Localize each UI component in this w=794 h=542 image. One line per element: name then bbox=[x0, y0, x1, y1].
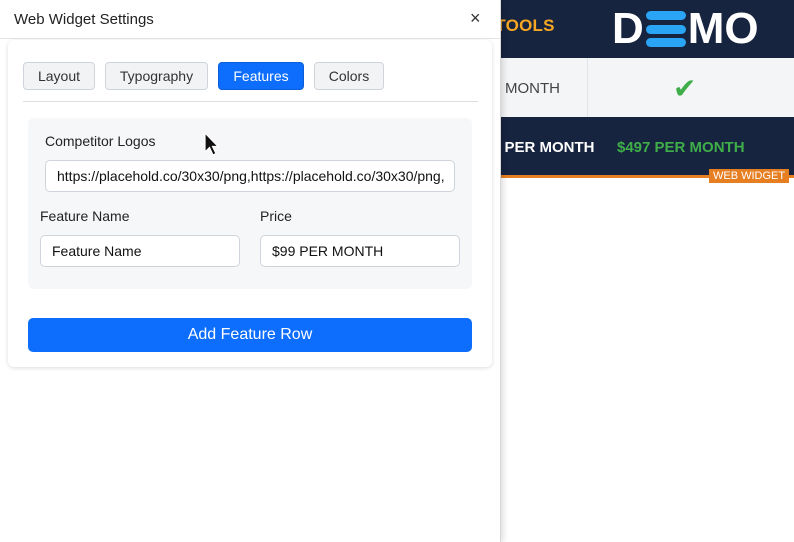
close-icon[interactable]: × bbox=[470, 8, 481, 28]
price-competitor: 7 PER MONTH bbox=[492, 139, 595, 156]
comparison-divider bbox=[587, 58, 588, 117]
price-ours: $497 PER MONTH bbox=[617, 139, 745, 156]
tab-colors[interactable]: Colors bbox=[314, 62, 384, 90]
tabs-underline bbox=[23, 101, 478, 102]
competitor-logos-label: Competitor Logos bbox=[45, 133, 156, 149]
price-label: Price bbox=[260, 208, 292, 224]
add-feature-row-button[interactable]: Add Feature Row bbox=[28, 318, 472, 352]
competitor-logos-input[interactable]: https://placehold.co/30x30/png,https://p… bbox=[45, 160, 455, 192]
tab-typography[interactable]: Typography bbox=[105, 62, 208, 90]
tab-layout[interactable]: Layout bbox=[23, 62, 95, 90]
demo-logo: D MO bbox=[612, 4, 759, 54]
feature-name-label: Feature Name bbox=[40, 208, 130, 224]
tab-features[interactable]: Features bbox=[218, 62, 304, 90]
check-icon: ✔ bbox=[673, 73, 697, 104]
panel-title: Web Widget Settings bbox=[14, 11, 154, 28]
mouse-cursor-icon bbox=[204, 132, 220, 156]
logo-letters-mo: MO bbox=[687, 4, 759, 53]
price-input[interactable]: $99 PER MONTH bbox=[260, 235, 460, 267]
logo-letter-d: D bbox=[612, 4, 644, 53]
settings-panel: Web Widget Settings × Layout Typography … bbox=[0, 0, 501, 542]
feature-name-input[interactable]: Feature Name bbox=[40, 235, 240, 267]
web-widget-badge: WEB WIDGET bbox=[709, 169, 790, 183]
panel-divider bbox=[0, 38, 500, 39]
logo-e-bars-icon bbox=[645, 11, 686, 47]
